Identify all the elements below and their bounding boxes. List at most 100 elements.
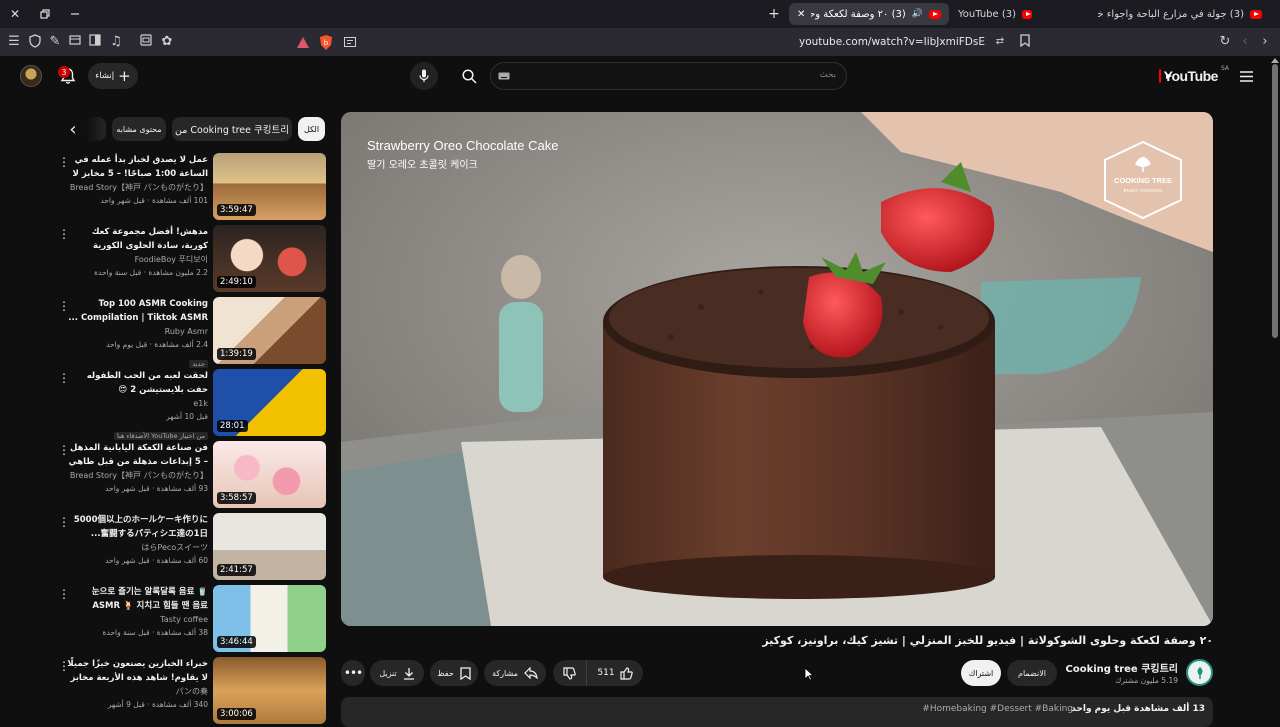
- recommendation-thumbnail[interactable]: 3:46:44: [213, 585, 326, 652]
- recommendation-meta: 5000個以上のホールケーキ作りに奮闘するパティシエ達の1日... はらPecoス…: [66, 513, 208, 567]
- recommendation-item[interactable]: ⋮ فن صناعة الكعكة اليابانية المذهل – 5 إب…: [56, 441, 326, 509]
- chip-label: محتوى مشابه: [116, 124, 162, 134]
- chips-prev-arrow-icon[interactable]: ‹: [63, 119, 83, 140]
- translate-icon[interactable]: ⇄: [992, 34, 1008, 50]
- channel-name[interactable]: Cooking tree 쿠킹트리: [1040, 660, 1178, 675]
- music-icon[interactable]: ♫: [108, 34, 124, 50]
- video-frame: [341, 112, 1213, 626]
- recommendation-channel[interactable]: はらPecoスイーツ: [66, 541, 208, 554]
- voice-search-button[interactable]: [410, 62, 438, 90]
- video-overlay-title: Strawberry Oreo Chocolate Cake: [367, 138, 559, 153]
- recommendation-title[interactable]: خبراء الخبازين يصنعون خبزًا جميلًا لا يق…: [66, 657, 208, 685]
- menu-icon[interactable]: ☰: [6, 34, 22, 50]
- recommendation-title[interactable]: مدهش! أفضل مجموعة كعك كورية، سادة الحلوى…: [66, 225, 208, 253]
- recommendation-thumbnail[interactable]: 2:49:10: [213, 225, 326, 292]
- recommendation-channel[interactable]: Tasty coffee: [66, 613, 208, 626]
- tab-current-video[interactable]: 🔊 (3) ٢٠ وصفة لكعكة وحلوى الشو ✕: [789, 3, 949, 25]
- youtube-favicon-icon: [1022, 9, 1032, 19]
- bookmark-icon[interactable]: [1017, 34, 1033, 50]
- recommendation-channel[interactable]: Ruby Asmr: [66, 325, 208, 338]
- brave-shield-icon[interactable]: b: [318, 34, 334, 50]
- shield-icon[interactable]: [27, 34, 43, 50]
- thumbs-up-icon: [619, 666, 633, 680]
- join-button[interactable]: الانضمام: [1007, 660, 1057, 686]
- save-icon: [460, 666, 471, 680]
- like-button[interactable]: 511: [587, 660, 643, 686]
- recommendation-title[interactable]: فن صناعة الكعكة اليابانية المذهل – 5 إبد…: [66, 441, 208, 469]
- recommendation-thumbnail[interactable]: 28:01: [213, 369, 326, 436]
- forward-icon[interactable]: ›: [1257, 34, 1273, 50]
- dislike-button[interactable]: [553, 660, 587, 686]
- recommendation-channel[interactable]: e1k: [66, 397, 208, 410]
- channel-avatar[interactable]: [1186, 659, 1213, 686]
- tab-youtube-home[interactable]: (3) YouTube: [950, 3, 1040, 25]
- recommendation-channel[interactable]: パンの奏: [66, 685, 208, 698]
- youtube-logo[interactable]: YouTube SA: [1159, 65, 1229, 86]
- video-duration: 2:49:10: [217, 276, 256, 288]
- youtube-favicon-icon: [929, 9, 941, 19]
- recommendation-thumbnail[interactable]: 3:58:57: [213, 441, 326, 508]
- download-button[interactable]: تنزيل: [370, 660, 424, 686]
- minimize-window-icon[interactable]: [68, 7, 82, 21]
- recommendation-views: 2.2 مليون مشاهدة · قبل سنة واحدة: [94, 268, 208, 277]
- recommendation-item[interactable]: ⋮ Top 100 ASMR Cooking Compilation | Tikt…: [56, 297, 326, 368]
- recommendation-thumbnail[interactable]: 2:41:57: [213, 513, 326, 580]
- recommendation-thumbnail[interactable]: 3:00:06: [213, 657, 326, 724]
- chip-fade: [86, 117, 106, 141]
- chip-related[interactable]: محتوى مشابه: [112, 117, 166, 141]
- recommendation-item[interactable]: ⋮ عمل لا يصدق لخباز بدأ عمله في الساعة 1:…: [56, 153, 326, 221]
- recommendation-title[interactable]: لحقت لعبه من الحب الطفوله حفت بلايستيشن …: [66, 369, 208, 397]
- share-button[interactable]: مشاركة: [484, 660, 546, 686]
- more-actions-button[interactable]: •••: [341, 660, 365, 686]
- chip-from-channel[interactable]: من Cooking tree 쿠킹트리: [172, 117, 292, 141]
- account-avatar[interactable]: [20, 65, 42, 87]
- page-info-icon[interactable]: [343, 35, 357, 49]
- extensions-icon[interactable]: ✎: [47, 34, 63, 50]
- recommendation-item[interactable]: ⋮ لحقت لعبه من الحب الطفوله حفت بلايستيشن…: [56, 369, 326, 440]
- recommendation-views: 340 ألف مشاهدة · قبل 9 أشهر: [107, 700, 208, 709]
- recommendation-title[interactable]: عمل لا يصدق لخباز بدأ عمله في الساعة 1:0…: [66, 153, 208, 181]
- recommendation-item[interactable]: ⋮ خبراء الخبازين يصنعون خبزًا جميلًا لا ي…: [56, 657, 326, 725]
- tab-farm-video[interactable]: (3) جولة في مزارع الباحة واجواء خياليه😍: [1090, 3, 1270, 25]
- restore-window-icon[interactable]: [38, 7, 52, 21]
- sidebar-icon[interactable]: [87, 34, 103, 50]
- recommendation-item[interactable]: ⋮ 🥤 눈으로 즐기는 알록달록 음료 ASMR 🍹 지치고 힘들 땐 음료 Tas…: [56, 585, 326, 653]
- recommendation-title[interactable]: 5000個以上のホールケーキ作りに奮闘するパティシエ達の1日...: [66, 513, 208, 541]
- subscribe-button[interactable]: اشتراك: [961, 660, 1001, 686]
- recommendation-title[interactable]: 🥤 눈으로 즐기는 알록달록 음료 ASMR 🍹 지치고 힘들 땐 음료: [66, 585, 208, 613]
- page-scrollbar-thumb[interactable]: [1272, 64, 1278, 338]
- recommendation-channel[interactable]: 【神戸 パンものがたり】Bread Story: [66, 181, 208, 194]
- video-duration: 3:46:44: [217, 636, 256, 648]
- recommendation-channel[interactable]: FoodieBoy 푸디보이: [66, 253, 208, 266]
- recommendation-item[interactable]: ⋮ مدهش! أفضل مجموعة كعك كورية، سادة الحلو…: [56, 225, 326, 293]
- save-button[interactable]: حفظ: [430, 660, 478, 686]
- recommendation-title[interactable]: Top 100 ASMR Cooking Compilation | Tikto…: [66, 297, 208, 325]
- puzzle-icon[interactable]: ✿: [159, 34, 175, 50]
- description-tags[interactable]: #Homebaking #Dessert #Baking: [922, 704, 1073, 714]
- recommendation-thumbnail[interactable]: 3:59:47: [213, 153, 326, 220]
- close-tab-icon[interactable]: ✕: [797, 9, 805, 20]
- guide-menu-icon[interactable]: [1238, 68, 1254, 84]
- address-bar-url[interactable]: youtube.com/watch?v=IibJxmiFDsE: [700, 34, 985, 50]
- keyboard-icon[interactable]: [498, 71, 510, 81]
- create-button[interactable]: إنشاء +: [88, 63, 138, 89]
- search-button[interactable]: [450, 62, 488, 90]
- scroll-up-icon[interactable]: [1271, 57, 1279, 63]
- tab-title: (3) YouTube: [958, 8, 1017, 20]
- recommendation-item[interactable]: ⋮ 5000個以上のホールケーキ作りに奮闘するパティシエ達の1日... はらPeco…: [56, 513, 326, 581]
- description-box[interactable]: 13 ألف مشاهدة قبل يوم واحد #Homebaking #…: [341, 697, 1213, 727]
- subscriber-count: 5.19 مليون مشترك: [1115, 676, 1178, 685]
- chip-all[interactable]: الكل: [298, 117, 325, 141]
- reload-icon[interactable]: ↻: [1217, 34, 1233, 50]
- back-icon[interactable]: ‹: [1237, 34, 1253, 50]
- search-input[interactable]: بحث: [490, 62, 847, 90]
- video-player[interactable]: Strawberry Oreo Chocolate Cake 딸기 오레오 초콜…: [341, 112, 1213, 626]
- reader-icon[interactable]: [138, 34, 154, 50]
- region-code: SA: [1220, 65, 1229, 72]
- recommendation-channel[interactable]: 【神戸 パンものがたり】Bread Story: [66, 469, 208, 482]
- new-tab-icon[interactable]: +: [766, 6, 782, 22]
- close-window-icon[interactable]: ✕: [8, 7, 22, 21]
- recommendation-views: 38 ألف مشاهدة · قبل سنة واحدة: [102, 628, 209, 637]
- tabs-icon[interactable]: [67, 34, 83, 50]
- recommendation-thumbnail[interactable]: 1:39:19: [213, 297, 326, 364]
